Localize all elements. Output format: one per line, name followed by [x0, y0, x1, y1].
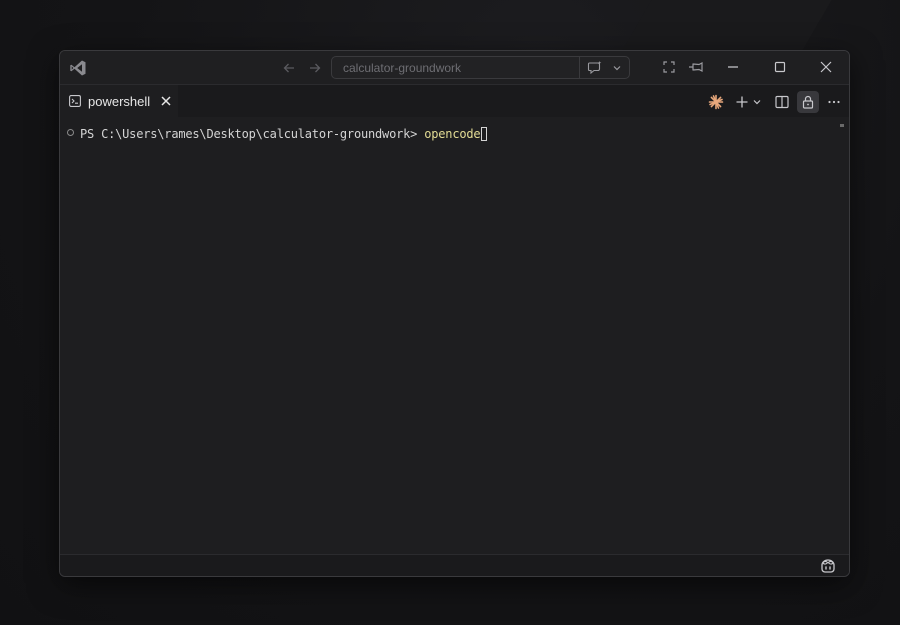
pin-button[interactable] — [684, 55, 708, 79]
chevron-down-icon — [613, 65, 621, 70]
scrollbar[interactable] — [839, 121, 845, 551]
text-cursor — [481, 127, 488, 141]
minimize-button[interactable] — [721, 55, 745, 79]
terminal-line: PS C:\Users\rames\Desktop\calculator-gro… — [80, 127, 488, 141]
terminal-icon — [69, 95, 81, 107]
spark-icon — [708, 94, 724, 110]
forward-button[interactable] — [305, 58, 325, 78]
lock-icon — [802, 95, 814, 109]
new-terminal-button[interactable] — [731, 91, 765, 113]
copilot-icon[interactable] — [819, 557, 837, 575]
chat-menu[interactable] — [579, 57, 630, 78]
split-terminal-button[interactable] — [771, 91, 793, 113]
plus-icon — [736, 96, 747, 108]
fullscreen-button[interactable] — [657, 55, 681, 79]
desktop: calculator-groundwork powershell PS C:\U… — [0, 0, 900, 625]
tab-powershell[interactable]: powershell — [60, 85, 178, 117]
command-center-search[interactable]: calculator-groundwork — [331, 56, 630, 79]
chevron-down-icon — [753, 100, 760, 105]
command-text: opencode — [424, 127, 481, 141]
close-icon — [820, 61, 832, 73]
maximize-icon — [774, 61, 786, 73]
prompt-text: PS C:\Users\rames\Desktop\calculator-gro… — [80, 127, 425, 141]
terminal-tab-bar: powershell — [60, 85, 849, 117]
title-bar: calculator-groundwork — [60, 51, 849, 85]
spark-button[interactable] — [705, 91, 727, 113]
arrow-left-icon — [283, 63, 294, 73]
chat-icon — [587, 60, 602, 74]
terminal-window: calculator-groundwork powershell PS C:\U… — [59, 50, 850, 577]
maximize-button[interactable] — [768, 55, 792, 79]
terminal-area[interactable]: PS C:\Users\rames\Desktop\calculator-gro… — [60, 117, 849, 554]
split-icon — [775, 95, 789, 109]
pin-icon — [689, 62, 703, 72]
minimize-icon — [728, 66, 738, 68]
close-icon[interactable] — [159, 94, 173, 108]
fullscreen-icon — [663, 61, 675, 73]
lock-button[interactable] — [797, 91, 819, 113]
tab-label: powershell — [88, 94, 151, 109]
search-text: calculator-groundwork — [343, 61, 462, 75]
status-bar — [60, 554, 849, 576]
scrollbar-marker — [840, 124, 844, 127]
command-decoration[interactable] — [67, 129, 74, 136]
back-button[interactable] — [279, 58, 299, 78]
more-actions-button[interactable] — [823, 91, 845, 113]
arrow-right-icon — [310, 63, 321, 73]
close-window-button[interactable] — [814, 55, 838, 79]
vscode-icon — [70, 60, 86, 76]
more-icon — [828, 100, 840, 104]
